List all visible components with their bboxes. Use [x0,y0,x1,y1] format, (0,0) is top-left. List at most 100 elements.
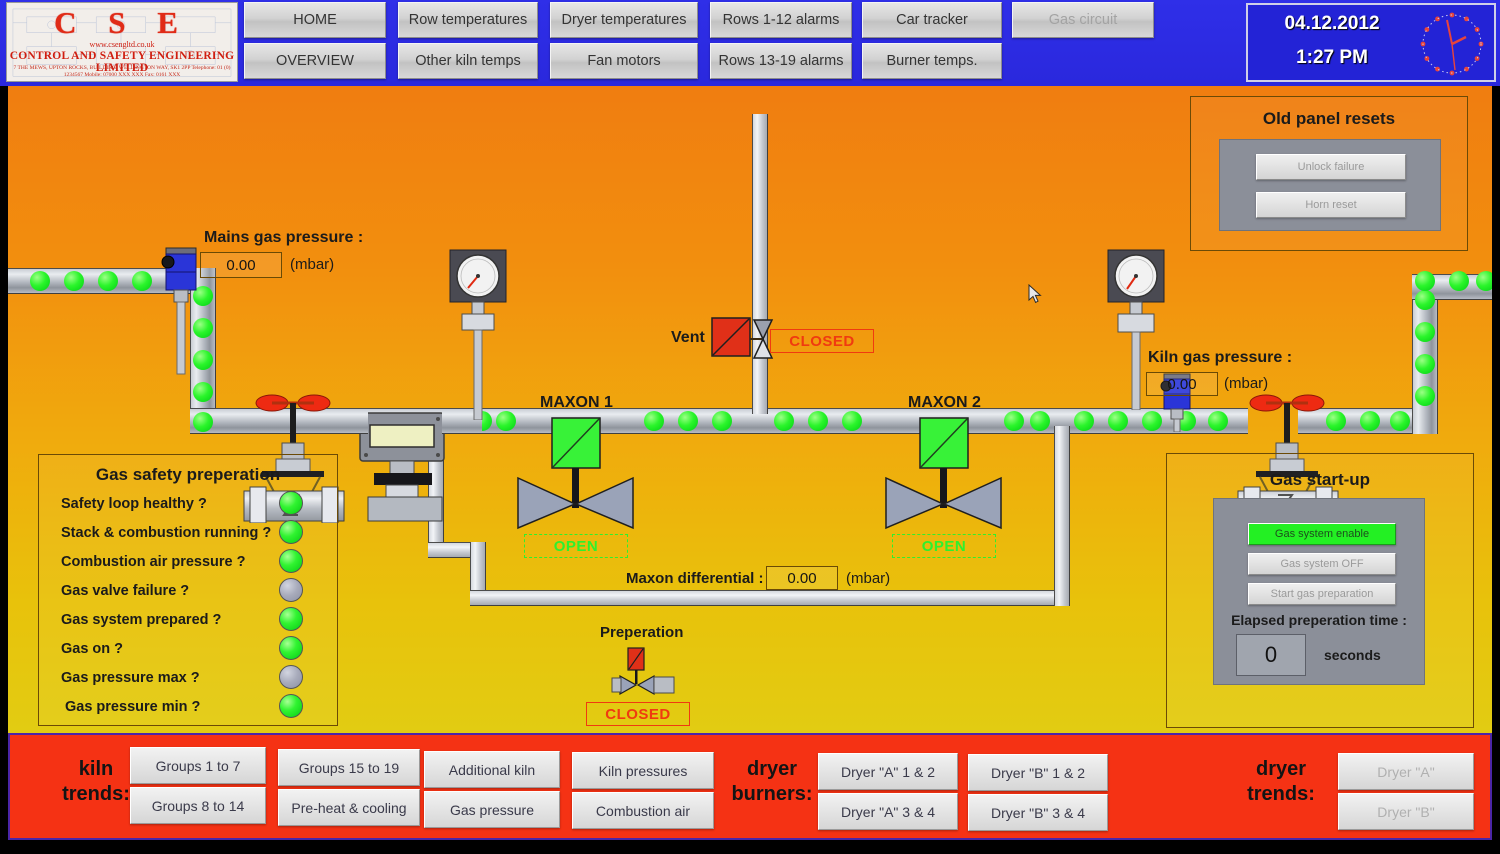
old-panel-resets-panel: Old panel resets Unlock failure Horn res… [1190,96,1468,251]
dryer-a-3-4-button[interactable]: Dryer "A" 3 & 4 [818,793,958,830]
flow-indicator [712,411,732,431]
nav-button-fan-motors[interactable]: Fan motors [550,43,698,79]
combustion-air-button[interactable]: Combustion air [572,792,714,829]
start-gas-preparation-button[interactable]: Start gas preparation [1248,583,1396,605]
maxon1-valve-icon[interactable] [516,416,636,534]
nav-button-burner-temps[interactable]: Burner temps. [862,43,1002,79]
flow-indicator [1360,411,1380,431]
gas-flow-meter-icon[interactable] [356,411,454,523]
flow-indicator [1004,411,1024,431]
gas-pressure-button[interactable]: Gas pressure [424,791,560,828]
preperation-state-tag: CLOSED [586,702,690,726]
safety-item-label-2: Combustion air pressure ? [61,554,246,570]
flow-indicator [678,411,698,431]
pipe-vent-riser [752,114,768,414]
flow-indicator [774,411,794,431]
safety-lamp-3 [279,578,303,602]
maxon2-label: MAXON 2 [908,394,981,411]
clock-panel: 04.12.2012 1:27 PM [1246,3,1496,82]
dryer-trends-label: dryer trends: [1226,757,1336,807]
gas-startup-title: Gas start-up [1269,470,1371,489]
pipe-prep-bottom [470,590,1070,606]
gas-system-off-button[interactable]: Gas system OFF [1248,553,1396,575]
nav-button-car-tracker[interactable]: Car tracker [862,2,1002,38]
dryer-burners-label-line2: burners: [731,783,813,805]
gas-system-enable-button[interactable]: Gas system enable [1248,523,1396,545]
vent-valve-icon[interactable] [710,314,776,368]
additional-kiln-button[interactable]: Additional kiln [424,751,560,788]
elapsed-preperation-time-label: Elapsed preperation time : [1231,612,1407,628]
pipe-prep-right-riser [1054,426,1070,606]
dryer-b-3-4-button[interactable]: Dryer "B" 3 & 4 [968,794,1108,831]
kiln-trends-label-line1: kiln [78,758,114,780]
clock-time: 1:27 PM [1296,47,1368,68]
nav-button-rows-1-12-alarms[interactable]: Rows 1-12 alarms [710,2,852,38]
top-navigation-bar: C S E www.csengltd.co.uk CONTROL AND SAF… [0,0,1500,86]
safety-item-label-7: Gas pressure min ? [65,699,201,715]
nav-button-other-kiln-temps[interactable]: Other kiln temps [398,43,538,79]
dryer-trends-a-button[interactable]: Dryer "A" [1338,753,1474,790]
company-logo: C S E www.csengltd.co.uk CONTROL AND SAF… [6,2,238,82]
nav-button-dryer-temperatures[interactable]: Dryer temperatures [550,2,698,38]
flow-indicator [644,411,664,431]
safety-lamp-7 [279,694,303,718]
gas-safety-panel-title: Gas safety preperation [95,465,281,484]
horn-reset-button[interactable]: Horn reset [1256,192,1406,218]
flow-indicator [193,382,213,402]
kiln-pressure-label: Kiln gas pressure : [1148,349,1293,366]
kiln-trends-groups-15-19-button[interactable]: Groups 15 to 19 [278,749,420,786]
dryer-trends-b-button[interactable]: Dryer "B" [1338,793,1474,830]
flow-indicator [842,411,862,431]
logo-brand-text: C S E [54,5,190,40]
flow-indicator [1030,411,1050,431]
mains-pressure-value[interactable]: 0.00 [200,252,282,278]
flow-indicator [30,271,50,291]
kiln-trends-groups-8-14-button[interactable]: Groups 8 to 14 [130,787,266,824]
kiln-pressure-value[interactable]: 0.00 [1146,372,1218,396]
nav-button-overview[interactable]: OVERVIEW [244,43,386,79]
kiln-trends-label: kiln trends: [50,757,142,807]
unlock-failure-button[interactable]: Unlock failure [1256,154,1406,180]
flow-indicator [193,412,213,432]
nav-button-rows-13-19-alarms[interactable]: Rows 13-19 alarms [710,43,852,79]
nav-button-row-temperatures[interactable]: Row temperatures [398,2,538,38]
flow-indicator [1476,271,1492,291]
vent-state-tag: CLOSED [770,329,874,353]
safety-item-label-5: Gas on ? [61,641,124,657]
dryer-a-1-2-button[interactable]: Dryer "A" 1 & 2 [818,753,958,790]
maxon1-state-tag: OPEN [524,534,628,558]
kiln-pressures-button[interactable]: Kiln pressures [572,752,714,789]
kiln-trends-label-line2: trends: [62,783,130,805]
old-panel-resets-inner: Unlock failure Horn reset [1219,139,1441,231]
mouse-cursor-icon [1028,284,1042,304]
safety-item-label-6: Gas pressure max ? [61,670,200,686]
hmi-screen: C S E www.csengltd.co.uk CONTROL AND SAF… [0,0,1500,854]
dryer-trends-label-line1: dryer [1255,758,1307,780]
flow-indicator [64,271,84,291]
flow-indicator [1208,411,1228,431]
kiln-trends-groups-1-7-button[interactable]: Groups 1 to 7 [130,747,266,784]
safety-lamp-5 [279,636,303,660]
logo-url-text: www.csengltd.co.uk [89,40,155,49]
dryer-burners-label: dryer burners: [722,757,822,807]
flow-indicator [1449,271,1469,291]
safety-lamp-2 [279,549,303,573]
kiln-trends-preheat-cooling-button[interactable]: Pre-heat & cooling [278,789,420,826]
gas-safety-preperation-panel: Gas safety preperation Safety loop healt… [38,454,338,726]
flow-indicator [98,271,118,291]
pressure-gauge-left-icon [449,249,507,420]
bottom-button-bar: kiln trends: Groups 1 to 7 Groups 15 to … [8,733,1492,840]
maxon-differential-value[interactable]: 0.00 [766,566,838,590]
safety-lamp-6 [279,665,303,689]
gas-circuit-diagram: Mains gas pressure : 0.00 (mbar) Vent CL… [8,86,1492,733]
preperation-valve-icon[interactable] [606,646,678,702]
flow-indicator [132,271,152,291]
safety-lamp-0 [279,491,303,515]
nav-button-gas-circuit[interactable]: Gas circuit [1012,2,1154,38]
gas-startup-panel: Gas start-up Gas system enable Gas syste… [1166,453,1474,728]
maxon2-valve-icon[interactable] [884,416,1004,534]
maxon2-state-tag: OPEN [892,534,996,558]
safety-lamp-4 [279,607,303,631]
dryer-b-1-2-button[interactable]: Dryer "B" 1 & 2 [968,754,1108,791]
nav-button-home[interactable]: HOME [244,2,386,38]
